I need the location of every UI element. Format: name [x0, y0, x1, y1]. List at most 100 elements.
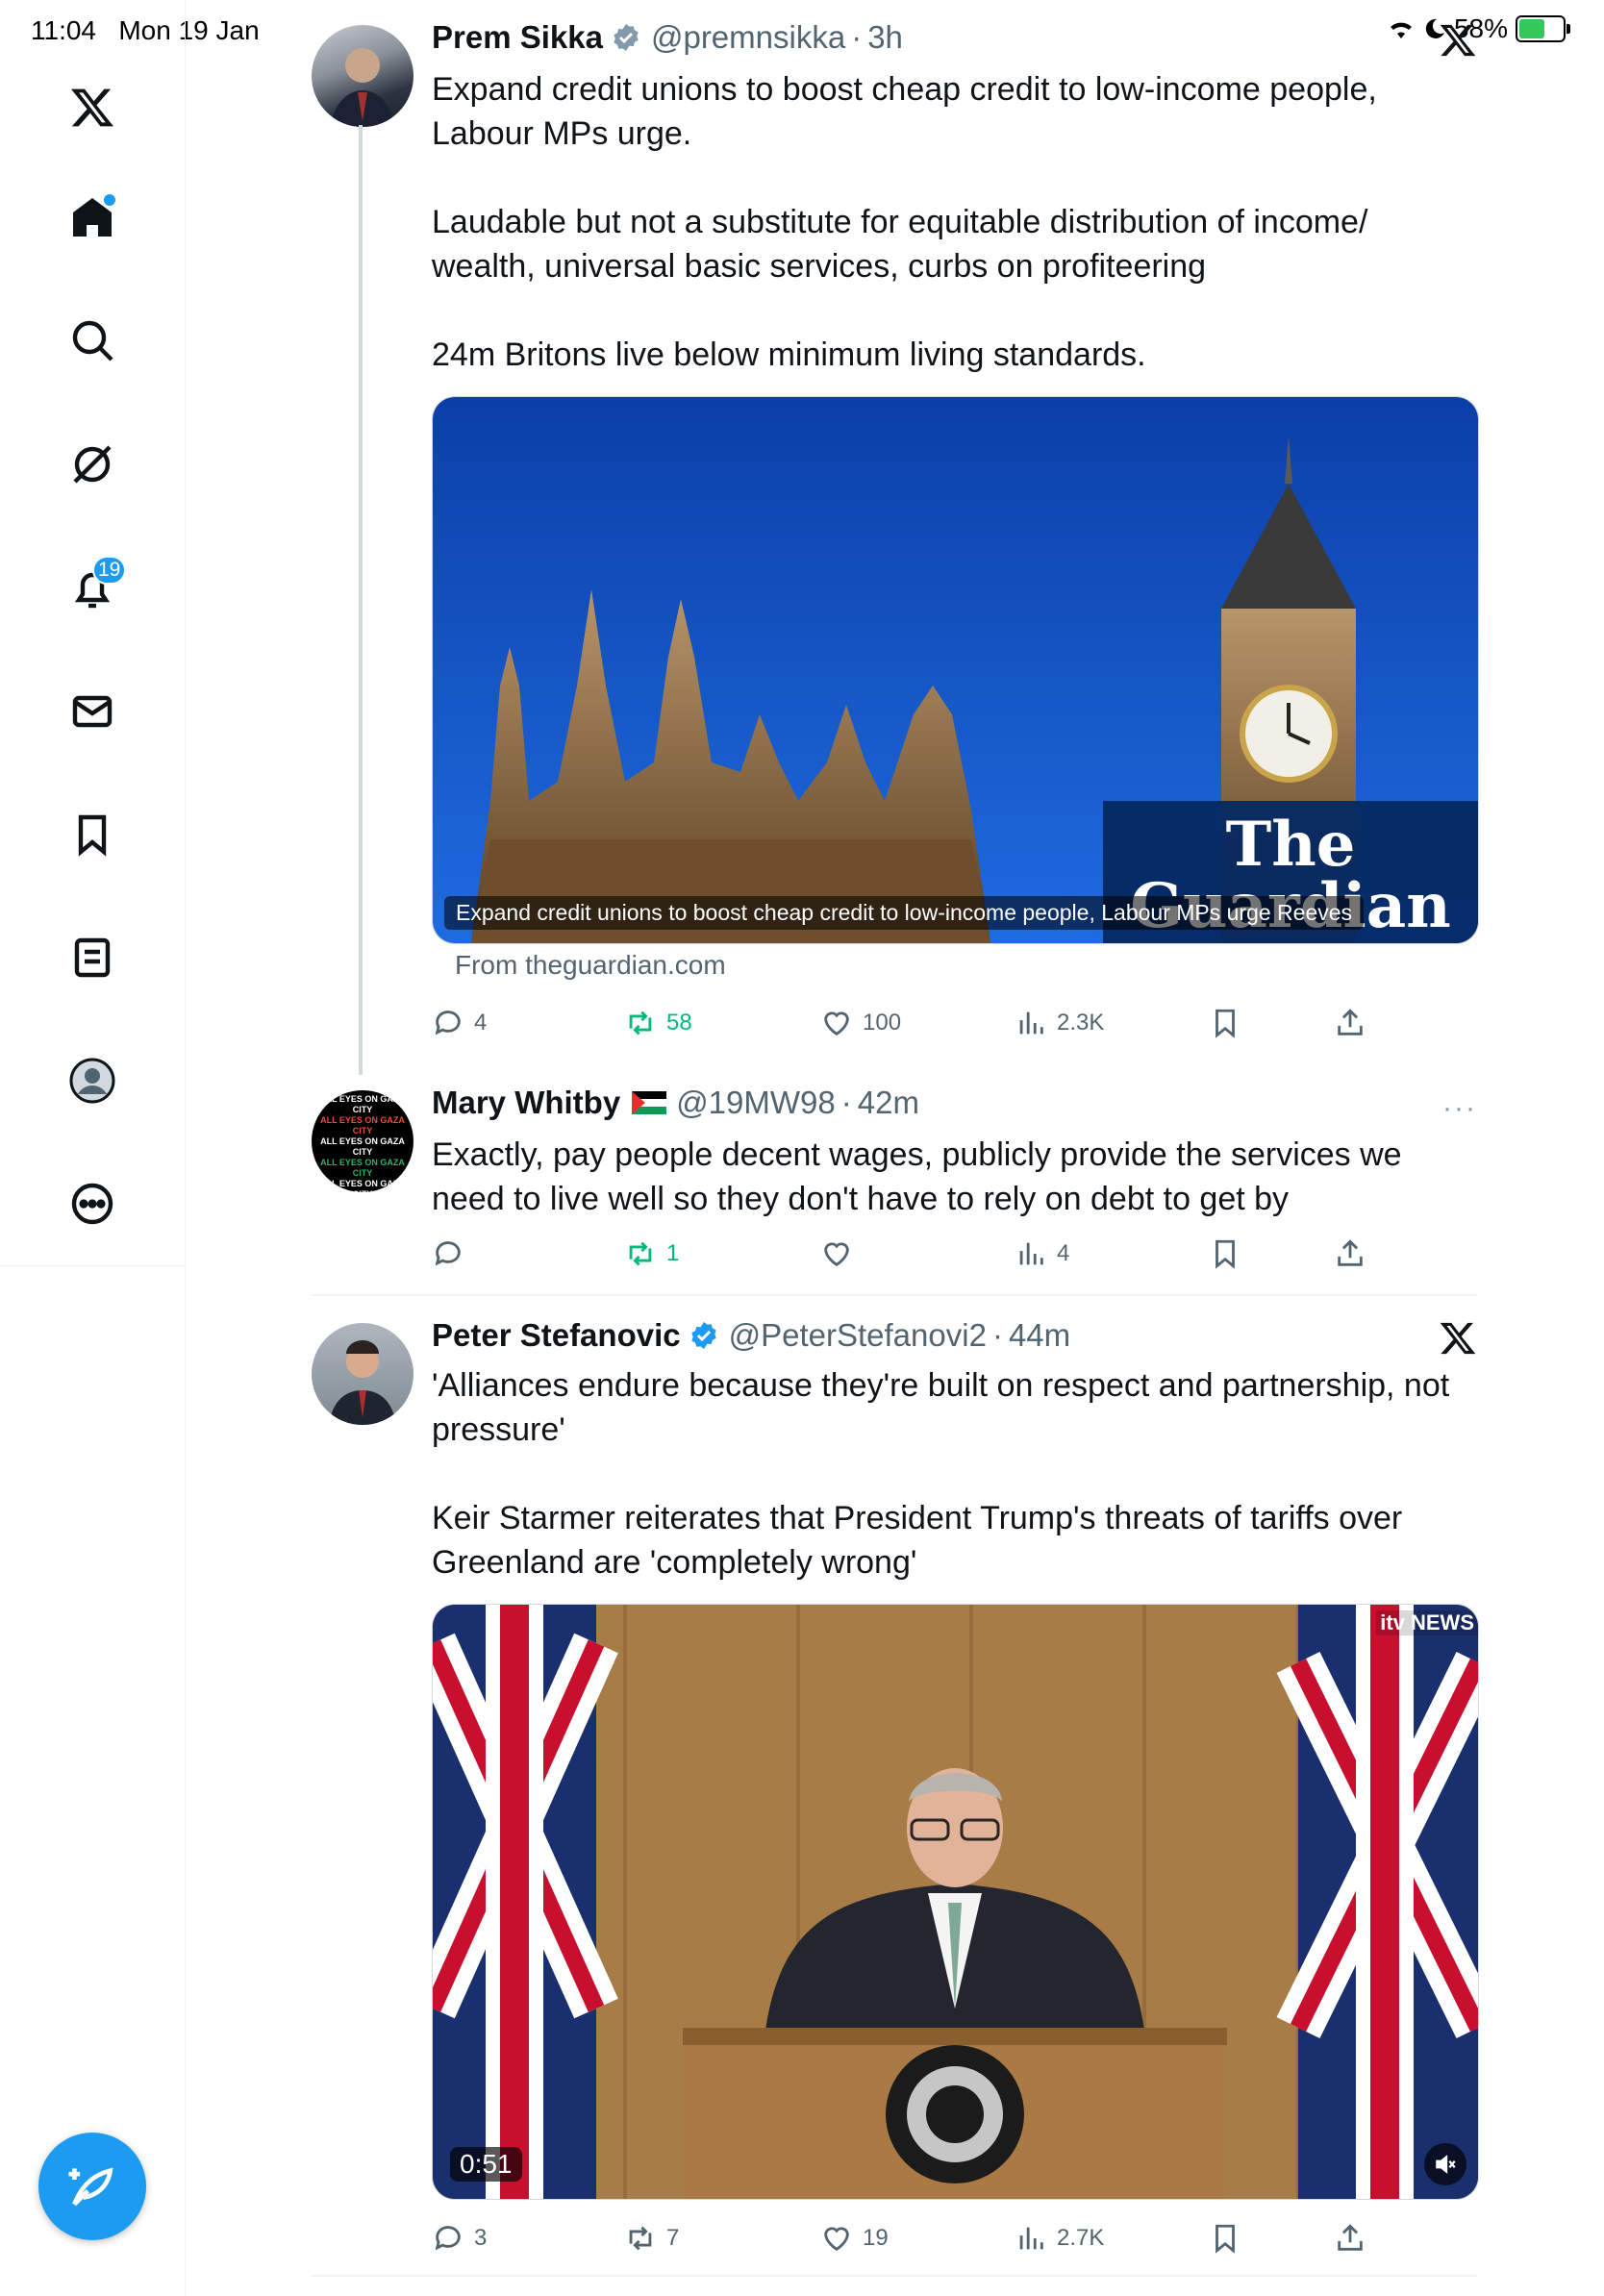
- tweet-paragraph: 24m Britons live below minimum living st…: [432, 337, 1146, 373]
- like-count: 100: [863, 1010, 902, 1036]
- press-conference-video-frame: [433, 1605, 1478, 2199]
- bookmark-button[interactable]: [1209, 1233, 1241, 1275]
- separator-dot: ·: [991, 1317, 1003, 1353]
- tweet-header: Prem Sikka @premnsikka · 3h: [432, 19, 903, 56]
- compose-post-button[interactable]: [38, 2133, 146, 2240]
- tweet-text: Exactly, pay people decent wages, public…: [432, 1133, 1480, 1221]
- author-handle[interactable]: @19MW98: [676, 1085, 836, 1121]
- tweet-header: Mary Whitby @19MW98 · 42m: [432, 1085, 919, 1121]
- battery-icon: [1516, 15, 1570, 42]
- mute-button[interactable]: [1424, 2143, 1466, 2185]
- repost-count: 7: [666, 2225, 680, 2251]
- author-handle[interactable]: @premnsikka: [651, 19, 845, 56]
- tweet-paragraph: Laudable but not a substitute for equita…: [432, 204, 1368, 285]
- share-icon: [1338, 2224, 1363, 2251]
- reply-icon: [435, 1241, 461, 1266]
- separator-dot: ·: [851, 19, 863, 55]
- card-source[interactable]: From theguardian.com: [455, 950, 726, 981]
- reply-count: 4: [474, 1010, 488, 1036]
- view-count: 2.7K: [1057, 2225, 1105, 2251]
- heart-icon: [824, 1011, 849, 1036]
- card-caption: Expand credit unions to boost cheap cred…: [444, 896, 1365, 930]
- share-button[interactable]: [1334, 1002, 1366, 1044]
- views-button[interactable]: 2.3K: [1015, 1002, 1104, 1044]
- video-duration: 0:51: [450, 2147, 522, 2182]
- link-card-image[interactable]: The Guardian Expand credit unions to boo…: [432, 396, 1479, 944]
- wifi-icon: [1390, 22, 1412, 38]
- views-chart-icon: [1019, 1242, 1043, 1265]
- like-button[interactable]: 100: [820, 1002, 901, 1044]
- heart-icon: [824, 1242, 849, 1267]
- author-name[interactable]: Prem Sikka: [432, 19, 603, 56]
- video-player[interactable]: itv NEWS 0:51: [432, 1604, 1479, 2200]
- views-chart-icon: [1019, 1011, 1043, 1035]
- verified-badge-icon: [614, 24, 639, 51]
- more-options-icon[interactable]: [54, 1165, 131, 1242]
- tweet-text: 'Alliances endure because they're built …: [432, 1363, 1480, 1585]
- views-button[interactable]: 4: [1015, 1233, 1069, 1275]
- avatar[interactable]: [312, 25, 414, 127]
- bookmark-button[interactable]: [1209, 2217, 1241, 2259]
- author-name[interactable]: Mary Whitby: [432, 1085, 620, 1121]
- bookmark-button[interactable]: [1209, 1002, 1241, 1044]
- tweet-time[interactable]: 3h: [867, 19, 903, 56]
- x-logo-icon[interactable]: [54, 69, 131, 146]
- guardian-logo-line1: The: [1225, 809, 1356, 881]
- tweet-actions: 1 4: [432, 1233, 1393, 1275]
- avatar[interactable]: ALL EYES ON GAZA CITY ALL EYES ON GAZA CI…: [312, 1090, 414, 1192]
- repost-count: 58: [666, 1010, 692, 1036]
- tweet-time[interactable]: 42m: [858, 1085, 919, 1121]
- palestine-flag-icon: [632, 1091, 667, 1114]
- like-button[interactable]: 19: [820, 2217, 889, 2259]
- avatar-pattern: ALL EYES ON GAZA CITY ALL EYES ON GAZA CI…: [320, 1094, 405, 1192]
- notifications-badge: 19: [92, 556, 127, 585]
- tweet-actions: 4 58 100 2.3K: [432, 1002, 1393, 1044]
- repost-button[interactable]: 7: [624, 2217, 679, 2259]
- repost-button[interactable]: 58: [624, 1002, 692, 1044]
- reply-icon: [435, 1011, 461, 1036]
- share-icon: [1338, 1009, 1363, 1036]
- bookmark-icon: [1216, 1009, 1235, 1038]
- views-button[interactable]: 2.7K: [1015, 2217, 1104, 2259]
- tweet-text: Expand credit unions to boost cheap cred…: [432, 67, 1480, 377]
- tweet-paragraph: Expand credit unions to boost cheap cred…: [432, 71, 1377, 152]
- search-icon[interactable]: [54, 302, 131, 379]
- share-button[interactable]: [1334, 1233, 1366, 1275]
- tweet-paragraph: Exactly, pay people decent wages, public…: [432, 1136, 1402, 1217]
- profile-avatar-icon[interactable]: [54, 1042, 131, 1119]
- compose-feather-icon: [68, 2167, 113, 2207]
- view-count: 2.3K: [1057, 1010, 1105, 1036]
- tweet-actions: 3 7 19 2.7K: [432, 2217, 1393, 2259]
- heart-icon: [824, 2227, 849, 2252]
- notifications-bell-icon[interactable]: 19: [54, 550, 131, 627]
- author-name[interactable]: Peter Stefanovic: [432, 1317, 681, 1354]
- bookmark-icon: [1216, 2224, 1235, 2254]
- tweet-time[interactable]: 44m: [1009, 1317, 1070, 1354]
- sidebar: 19: [0, 0, 186, 2296]
- bookmarks-icon[interactable]: [54, 796, 131, 873]
- x-logo-icon: [1440, 24, 1476, 57]
- reply-button[interactable]: 3: [432, 2217, 487, 2259]
- muted-speaker-icon: [1436, 2155, 1456, 2174]
- tweet-divider: [312, 2275, 1477, 2277]
- share-button[interactable]: [1334, 2217, 1366, 2259]
- repost-icon: [629, 2226, 652, 2251]
- author-handle[interactable]: @PeterStefanovi2: [729, 1317, 987, 1354]
- reply-button[interactable]: [432, 1233, 474, 1275]
- home-icon[interactable]: [54, 179, 131, 256]
- like-count: 19: [863, 2225, 889, 2251]
- reply-button[interactable]: 4: [432, 1002, 487, 1044]
- like-button[interactable]: [820, 1233, 863, 1275]
- messages-icon[interactable]: [54, 673, 131, 750]
- lists-icon[interactable]: [54, 919, 131, 996]
- view-count: 4: [1057, 1240, 1070, 1266]
- repost-button[interactable]: 1: [624, 1233, 679, 1275]
- sidebar-divider: [0, 1265, 185, 1266]
- grok-icon[interactable]: [54, 426, 131, 503]
- views-chart-icon: [1019, 2227, 1043, 2250]
- repost-icon: [629, 1241, 652, 1266]
- avatar[interactable]: [312, 1323, 414, 1425]
- share-icon: [1338, 1239, 1363, 1266]
- more-menu-icon[interactable]: ···: [1442, 1092, 1477, 1125]
- tweet-header: Peter Stefanovic @PeterStefanovi2 · 44m: [432, 1317, 1070, 1354]
